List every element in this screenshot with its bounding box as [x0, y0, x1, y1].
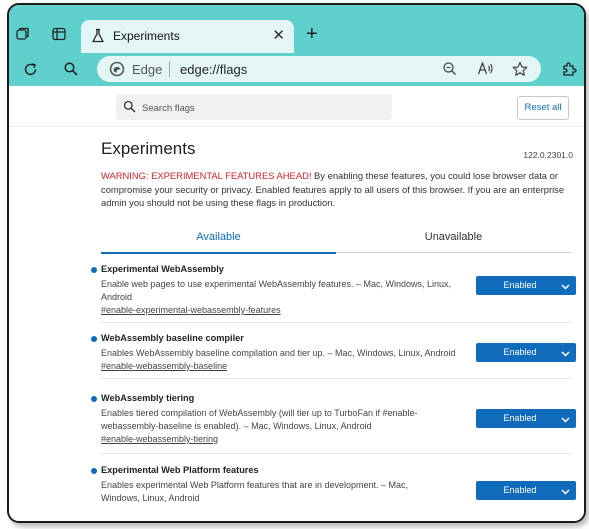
flag-status-dot: [91, 468, 97, 474]
flag-description: Enable web pages to use experimental Web…: [101, 279, 452, 302]
tab-unavailable[interactable]: Unavailable: [336, 231, 571, 243]
flag-status-dot: [91, 267, 97, 273]
close-icon[interactable]: ✕: [272, 26, 285, 44]
browser-window: Experiments ✕ + Edge edge://flags Search…: [7, 3, 586, 523]
flag-description: Enables tiered compilation of WebAssembl…: [101, 408, 418, 431]
flag-name: WebAssembly baseline compiler: [101, 333, 244, 343]
extensions-icon[interactable]: [561, 61, 577, 83]
flag-state-value: Enabled: [503, 347, 537, 357]
tab-strip: Experiments ✕ +: [9, 5, 584, 53]
flag-permalink[interactable]: #enable-webassembly-tiering: [101, 434, 218, 444]
flag-description: Enables experimental Web Platform featur…: [101, 480, 408, 503]
chevron-down-icon: [561, 282, 570, 292]
search-flags-box[interactable]: [116, 94, 392, 120]
address-separator: [169, 61, 170, 77]
flag-description: Enables WebAssembly baseline compilation…: [101, 348, 456, 358]
version-label: 122.0.2301.0: [523, 150, 573, 160]
edge-brand-label: Edge: [132, 62, 163, 77]
flag-name: Experimental WebAssembly: [101, 264, 224, 274]
flag-divider: [101, 322, 571, 323]
read-aloud-icon[interactable]: [477, 61, 494, 81]
tab-title: Experiments: [113, 29, 180, 43]
page-title: Experiments: [101, 139, 196, 158]
flag-state-select[interactable]: Enabled: [476, 343, 576, 362]
toolbar: Edge edge://flags: [9, 53, 584, 86]
edge-logo-icon: [109, 61, 125, 82]
flag-name: WebAssembly tiering: [101, 393, 195, 403]
flag-divider: [101, 378, 571, 379]
flag-state-value: Enabled: [503, 280, 537, 290]
warning-heading: WARNING: EXPERIMENTAL FEATURES AHEAD!: [101, 170, 312, 181]
tab-selected-indicator: [101, 252, 336, 254]
flag-state-value: Enabled: [503, 413, 537, 423]
search-icon[interactable]: [63, 61, 79, 82]
flag-state-select[interactable]: Enabled: [476, 276, 576, 295]
flags-page: Reset all Experiments 122.0.2301.0 WARNI…: [9, 86, 584, 521]
favorite-star-icon[interactable]: [512, 61, 528, 82]
collections-icon[interactable]: [15, 26, 31, 42]
flag-permalink[interactable]: #enable-webassembly-baseline: [101, 361, 227, 371]
chevron-down-icon: [561, 487, 570, 497]
flask-icon: [91, 28, 105, 49]
url-text[interactable]: edge://flags: [180, 62, 247, 77]
flags-tabs: Available Unavailable: [101, 224, 571, 254]
flag-divider: [101, 453, 571, 454]
tab-actions-icon[interactable]: [51, 26, 67, 42]
flag-state-select[interactable]: Enabled: [476, 481, 576, 500]
refresh-icon[interactable]: [22, 61, 39, 83]
address-bar[interactable]: Edge edge://flags: [97, 56, 541, 82]
tab-experiments[interactable]: Experiments ✕: [81, 20, 294, 53]
search-flags-input[interactable]: [140, 98, 384, 118]
flag-name: Experimental Web Platform features: [101, 465, 259, 475]
warning-text: WARNING: EXPERIMENTAL FEATURES AHEAD! By…: [101, 169, 571, 210]
new-tab-icon[interactable]: +: [306, 24, 318, 44]
zoom-out-icon[interactable]: [442, 61, 457, 81]
flag-status-dot: [91, 336, 97, 342]
tab-available[interactable]: Available: [101, 231, 336, 243]
chevron-down-icon: [561, 349, 570, 359]
flag-state-select[interactable]: Enabled: [476, 409, 576, 428]
reset-all-button[interactable]: Reset all: [517, 96, 569, 120]
search-header: Reset all: [9, 86, 584, 127]
flag-state-value: Enabled: [503, 485, 537, 495]
flag-status-dot: [91, 396, 97, 402]
search-icon: [123, 100, 136, 118]
chevron-down-icon: [561, 415, 570, 425]
flag-permalink[interactable]: #enable-experimental-webassembly-feature…: [101, 305, 281, 315]
